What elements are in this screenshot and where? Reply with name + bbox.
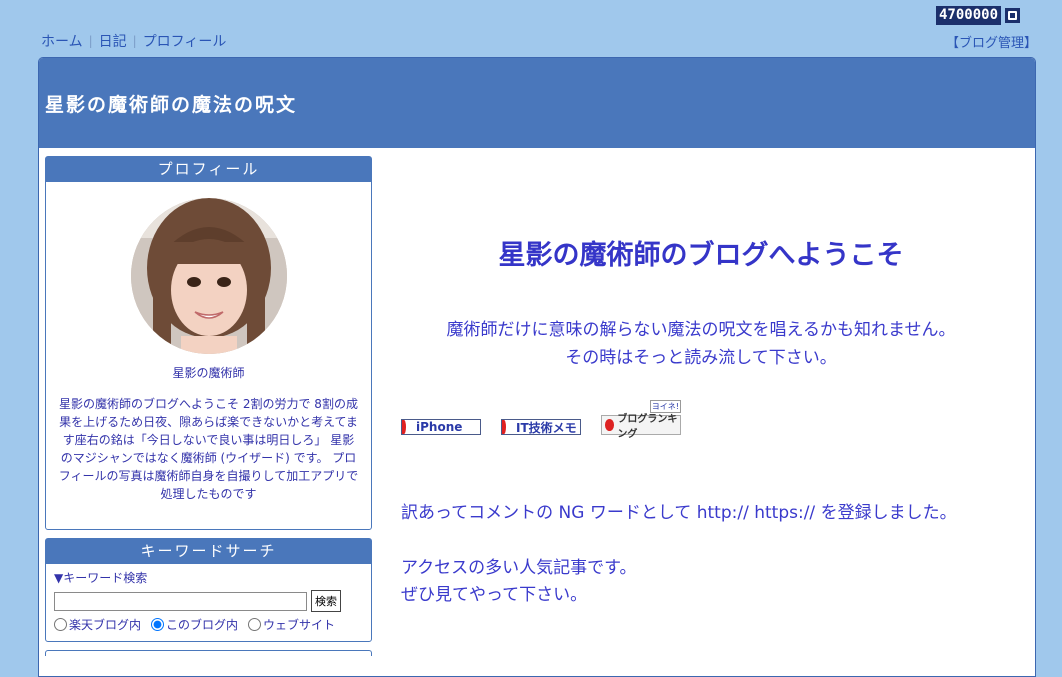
search-widget-heading: キーワードサーチ	[46, 539, 371, 564]
profile-widget-heading: プロフィール	[46, 157, 371, 182]
ranking-banners: iPhone IT技術メモ ヨイネ! ブログランキング	[401, 400, 1001, 440]
iphone-ranking-banner[interactable]: iPhone	[401, 419, 481, 435]
ranking-logo-icon	[605, 419, 615, 431]
profile-widget: プロフィール 星影の魔術師 星影の魔術師のブログへようこそ 2割の労力で 8割の…	[45, 156, 372, 530]
access-counter: 4700000	[936, 6, 1021, 25]
blog-banner: 星影の魔術師の魔法の呪文	[39, 58, 1035, 148]
scope-web-radio[interactable]	[248, 618, 262, 631]
scope-rakuten[interactable]: 楽天ブログ内	[54, 616, 141, 633]
nav-profile-link[interactable]: プロフィール	[143, 31, 227, 51]
intro-text: 魔術師だけに意味の解らない魔法の呪文を唱えるかも知れません。 その時はそっと読み…	[401, 316, 1001, 372]
profile-name[interactable]: 星影の魔術師	[56, 364, 361, 381]
blog-title[interactable]: 星影の魔術師の魔法の呪文	[45, 90, 297, 117]
nav-home-link[interactable]: ホーム	[41, 31, 83, 51]
blog-ranking-logo[interactable]: ブログランキング	[601, 414, 681, 440]
search-button[interactable]: 検索	[311, 590, 341, 612]
counter-icon[interactable]	[1005, 8, 1021, 23]
top-navigation: ホーム | 日記 | プロフィール	[41, 31, 226, 51]
popular-line-1: アクセスの多い人気記事です。	[401, 558, 637, 578]
avatar-image	[130, 198, 287, 354]
profile-description: 星影の魔術師のブログへようこそ 2割の労力で 8割の成果を上げるため日夜、隙あら…	[58, 397, 359, 501]
popular-articles-intro: アクセスの多い人気記事です。 ぜひ見てやって下さい。	[401, 555, 1001, 609]
blog-container: 星影の魔術師の魔法の呪文 プロフィール 星影の魔術師 星影の魔術師のブログへよう…	[38, 57, 1036, 677]
scope-this-blog-radio[interactable]	[151, 618, 165, 631]
ng-word-notice: 訳あってコメントの NG ワードとして http:// https:// を登録…	[401, 503, 957, 523]
sidebar: プロフィール 星影の魔術師 星影の魔術師のブログへようこそ 2割の労力で 8割の…	[45, 156, 372, 656]
nav-separator: |	[132, 34, 137, 48]
intro-line-1: 魔術師だけに意味の解らない魔法の呪文を唱えるかも知れません。	[446, 320, 956, 340]
blog-admin-link[interactable]: 【ブログ管理】	[946, 32, 1037, 51]
welcome-heading: 星影の魔術師のブログへようこそ	[498, 240, 904, 271]
main-content: 星影の魔術師のブログへようこそ 魔術師だけに意味の解らない魔法の呪文を唱えるかも…	[401, 223, 1001, 609]
search-input[interactable]	[54, 591, 307, 611]
search-label: ▼キーワード検索	[54, 571, 148, 585]
nav-diary-link[interactable]: 日記	[99, 31, 127, 51]
profile-avatar[interactable]	[130, 198, 287, 354]
next-widget-edge	[45, 650, 372, 656]
keyword-search-widget: キーワードサーチ ▼キーワード検索 検索 楽天ブログ内 このブログ内 ウェブサイ…	[45, 538, 372, 642]
nav-separator: |	[88, 34, 93, 48]
counter-value: 4700000	[936, 6, 1002, 25]
scope-this-blog[interactable]: このブログ内	[151, 616, 238, 633]
it-memo-ranking-banner[interactable]: IT技術メモ	[501, 419, 581, 435]
blog-ranking-widget[interactable]: ヨイネ! ブログランキング	[601, 400, 681, 440]
search-scope-options: 楽天ブログ内 このブログ内 ウェブサイト	[54, 616, 365, 633]
scope-web[interactable]: ウェブサイト	[248, 616, 335, 633]
intro-line-2: その時はそっと読み流して下さい。	[565, 348, 837, 368]
popular-line-2: ぜひ見てやって下さい。	[401, 585, 588, 605]
scope-rakuten-radio[interactable]	[54, 618, 67, 631]
